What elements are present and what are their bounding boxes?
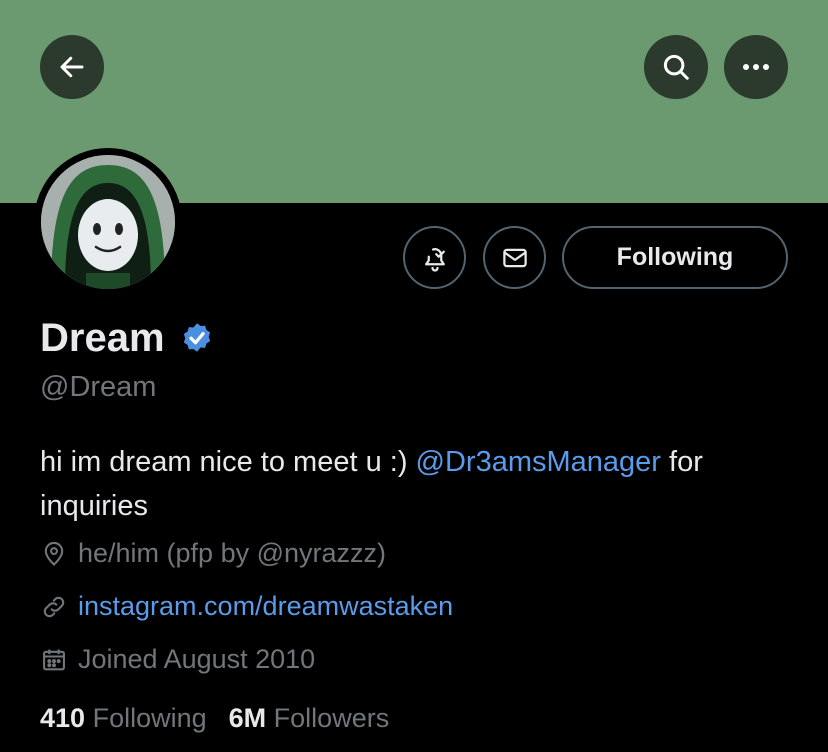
bell-check-icon bbox=[424, 247, 445, 272]
joined-row: Joined August 2010 bbox=[40, 644, 315, 675]
arrow-left-icon bbox=[60, 56, 84, 78]
location-pin-icon bbox=[44, 541, 64, 566]
followers-stat[interactable]: 6M Followers bbox=[229, 703, 390, 734]
following-label: Following bbox=[92, 703, 207, 733]
following-button[interactable]: Following bbox=[562, 226, 788, 289]
followers-label: Followers bbox=[273, 703, 390, 733]
more-button[interactable] bbox=[724, 35, 788, 99]
following-button-label: Following bbox=[616, 243, 734, 271]
joined-text: Joined August 2010 bbox=[78, 644, 316, 674]
avatar-image bbox=[41, 155, 175, 289]
bio-mention-link[interactable]: @Dr3amsManager bbox=[416, 446, 661, 478]
link-icon bbox=[43, 596, 65, 617]
bio-text: hi im dream nice to meet u :) bbox=[40, 446, 416, 478]
profile-name-row: Dream bbox=[40, 316, 215, 361]
profile-handle: @Dream bbox=[40, 371, 157, 403]
verified-badge-icon[interactable] bbox=[179, 321, 215, 357]
website-link[interactable]: instagram.com/dreamwastaken bbox=[78, 591, 453, 622]
search-button[interactable] bbox=[644, 35, 708, 99]
following-count: 410 bbox=[40, 703, 86, 733]
back-button[interactable] bbox=[40, 35, 104, 99]
following-stat[interactable]: 410 Following bbox=[40, 703, 207, 734]
search-icon bbox=[663, 54, 689, 80]
location-text: he/him (pfp by @nyrazzz) bbox=[78, 538, 387, 568]
notifications-button[interactable] bbox=[403, 226, 466, 289]
avatar[interactable] bbox=[34, 148, 182, 296]
followers-count: 6M bbox=[228, 703, 267, 733]
calendar-icon bbox=[43, 649, 65, 670]
profile-stats: 410 Following 6M Followers bbox=[40, 703, 389, 734]
message-button[interactable] bbox=[483, 226, 546, 289]
website-row: instagram.com/dreamwastaken bbox=[40, 591, 453, 622]
more-horizontal-icon bbox=[743, 64, 769, 70]
location-row: he/him (pfp by @nyrazzz) bbox=[40, 538, 386, 569]
profile-bio: hi im dream nice to meet u :) @Dr3amsMan… bbox=[40, 440, 800, 528]
mail-icon bbox=[502, 248, 527, 267]
profile-name: Dream bbox=[40, 316, 165, 360]
